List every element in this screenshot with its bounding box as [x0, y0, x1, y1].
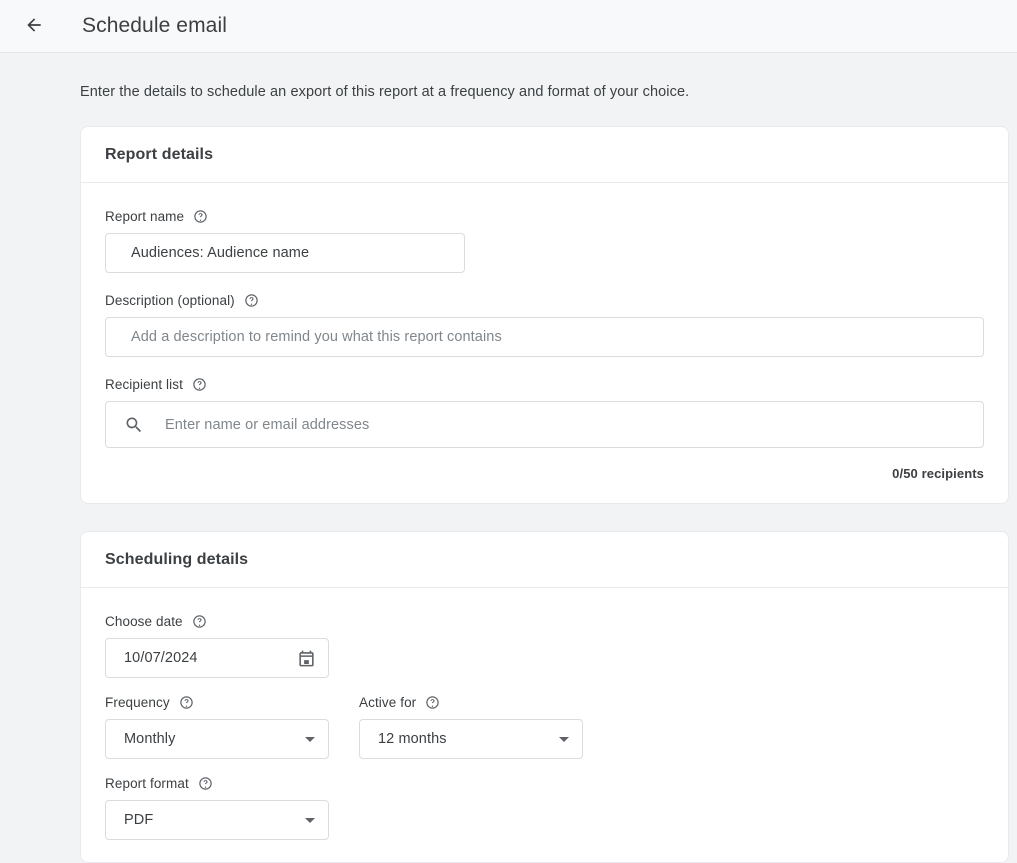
report-name-label-row: Report name	[105, 209, 984, 224]
help-circle-icon[interactable]	[198, 776, 213, 791]
recipient-list-label: Recipient list	[105, 377, 183, 392]
active-for-label: Active for	[359, 695, 417, 710]
page-content: Enter the details to schedule an export …	[0, 53, 1017, 863]
calendar-icon[interactable]	[296, 648, 316, 668]
report-format-label: Report format	[105, 776, 189, 791]
recipients-counter: 0/50 recipients	[892, 466, 984, 481]
recipient-search-input[interactable]: Enter name or email addresses	[105, 401, 984, 448]
scheduling-details-title: Scheduling details	[105, 551, 249, 568]
arrow-left-icon	[24, 15, 44, 38]
frequency-label: Frequency	[105, 695, 170, 710]
recipient-list-field: Recipient list Enter name or email addre…	[105, 377, 984, 481]
help-circle-icon[interactable]	[179, 695, 194, 710]
choose-date-input[interactable]: 10/07/2024	[105, 638, 329, 678]
active-for-select[interactable]: 12 months	[359, 719, 583, 759]
frequency-active-row: Frequency Monthly Active for 12 months	[105, 695, 984, 759]
search-icon	[123, 414, 145, 436]
active-for-label-row: Active for	[359, 695, 583, 710]
report-details-card-header: Report details	[81, 127, 1008, 183]
choose-date-label: Choose date	[105, 614, 183, 629]
frequency-select[interactable]: Monthly	[105, 719, 329, 759]
description-input[interactable]: Add a description to remind you what thi…	[105, 317, 984, 357]
frequency-label-row: Frequency	[105, 695, 359, 710]
report-format-field: Report format PDF	[105, 776, 984, 840]
help-circle-icon[interactable]	[425, 695, 440, 710]
description-label-row: Description (optional)	[105, 293, 984, 308]
active-for-field: Active for 12 months	[359, 695, 583, 759]
description-label: Description (optional)	[105, 293, 235, 308]
report-details-card-body: Report name Audiences: Audience name Des…	[81, 183, 1008, 503]
report-details-title: Report details	[105, 146, 214, 163]
report-format-value: PDF	[124, 812, 154, 828]
help-circle-icon[interactable]	[192, 614, 207, 629]
scheduling-details-card-header: Scheduling details	[81, 532, 1008, 588]
frequency-value: Monthly	[124, 731, 176, 747]
app-header: Schedule email	[0, 0, 1017, 53]
frequency-field: Frequency Monthly	[105, 695, 359, 759]
choose-date-label-row: Choose date	[105, 614, 984, 629]
scheduling-details-card-body: Choose date 10/07/2024 Frequency Monthly…	[81, 588, 1008, 862]
report-details-card: Report details Report name Audiences: Au…	[80, 126, 1009, 504]
report-name-field: Report name Audiences: Audience name	[105, 209, 984, 273]
back-button[interactable]	[17, 9, 51, 43]
description-field: Description (optional) Add a description…	[105, 293, 984, 357]
active-for-value: 12 months	[378, 731, 447, 747]
page-title: Schedule email	[82, 14, 227, 37]
chevron-down-icon	[559, 736, 569, 742]
scheduling-details-card: Scheduling details Choose date 10/07/202…	[80, 531, 1009, 863]
intro-text: Enter the details to schedule an export …	[80, 84, 690, 100]
recipient-search-placeholder: Enter name or email addresses	[165, 416, 370, 433]
help-circle-icon[interactable]	[244, 293, 259, 308]
report-name-input[interactable]: Audiences: Audience name	[105, 233, 465, 273]
chevron-down-icon	[305, 817, 315, 823]
chevron-down-icon	[305, 736, 315, 742]
report-format-label-row: Report format	[105, 776, 984, 791]
choose-date-field: Choose date 10/07/2024	[105, 614, 984, 678]
report-format-select[interactable]: PDF	[105, 800, 329, 840]
choose-date-value: 10/07/2024	[124, 650, 198, 666]
report-name-label: Report name	[105, 209, 185, 224]
help-circle-icon[interactable]	[193, 209, 208, 224]
help-circle-icon[interactable]	[192, 377, 207, 392]
recipient-list-label-row: Recipient list	[105, 377, 984, 392]
